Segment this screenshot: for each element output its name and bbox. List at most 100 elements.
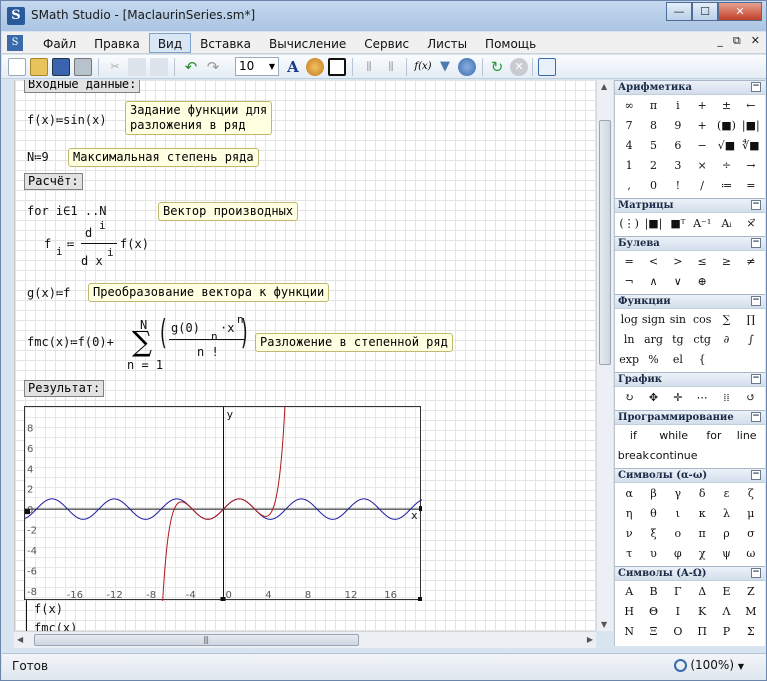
panel-button[interactable]: Σ (739, 622, 763, 642)
panel-button[interactable]: φ (666, 544, 690, 564)
panel-button[interactable]: ∫ (739, 330, 763, 350)
panel-group-header[interactable]: Символы (Α-Ω) − (615, 566, 765, 581)
collapse-icon[interactable]: − (751, 374, 761, 384)
font-size-select[interactable]: 10 ▼ (235, 57, 279, 76)
panel-button[interactable]: Γ (666, 582, 690, 602)
panel-button[interactable]: + (690, 96, 714, 116)
menu-item[interactable]: Вычисление (260, 33, 355, 53)
panel-button[interactable]: τ (617, 544, 641, 564)
minimize-button[interactable]: — (666, 2, 692, 21)
panel-button[interactable]: − (690, 136, 714, 156)
n-note[interactable]: Максимальная степень ряда (68, 148, 259, 167)
fi-lhs[interactable]: f (44, 237, 51, 251)
panel-button[interactable]: line (730, 426, 763, 446)
panel-button[interactable]: σ (739, 524, 763, 544)
panel-group-header[interactable]: Функции − (615, 294, 765, 309)
scroll-down-icon[interactable]: ▼ (601, 620, 607, 629)
document-icon[interactable]: S (7, 35, 23, 51)
border-icon[interactable] (328, 58, 346, 76)
panel-button[interactable]: if (617, 426, 650, 446)
panel-button[interactable]: γ (666, 484, 690, 504)
unit-icon[interactable] (458, 58, 476, 76)
worksheet[interactable]: Входные данные: f(x)≔sin(x) Задание функ… (14, 80, 596, 631)
panel-button[interactable]: 2 (641, 156, 665, 176)
panel-group-header[interactable]: Матрицы − (615, 198, 765, 213)
horizontal-scrollbar[interactable]: ◀ ||| ▶ (14, 631, 596, 648)
open-folder-icon[interactable] (30, 58, 48, 76)
palette-icon[interactable] (306, 58, 324, 76)
panel-button[interactable]: ctg (690, 330, 714, 350)
panel-button[interactable]: → (739, 156, 763, 176)
panel-button[interactable]: ⋯ (690, 388, 714, 408)
panel-button[interactable]: Λ (714, 602, 738, 622)
panel-button[interactable]: ∨ (666, 272, 690, 292)
panel-button[interactable]: 5 (641, 136, 665, 156)
panel-button[interactable]: exp (617, 350, 641, 370)
panel-button[interactable]: Α (617, 582, 641, 602)
stop-icon[interactable]: ✕ (510, 58, 528, 76)
filter-icon[interactable]: ▼ (436, 58, 454, 76)
panel-button[interactable]: ↻ (617, 388, 641, 408)
collapse-icon[interactable]: − (751, 200, 761, 210)
panel-button[interactable]: |■| (641, 214, 665, 234)
legend-fmc[interactable]: fmc(x) (34, 621, 77, 631)
panel-button[interactable]: ↺ (739, 388, 763, 408)
panel-button[interactable]: ← (739, 96, 763, 116)
panel-button[interactable]: ψ (714, 544, 738, 564)
chevron-down-icon[interactable]: ▼ (269, 58, 275, 75)
panel-button[interactable]: κ (690, 504, 714, 524)
panel-button[interactable]: δ (690, 484, 714, 504)
panel-button[interactable]: Μ (739, 602, 763, 622)
panel-button[interactable]: Χ (690, 642, 714, 646)
panel-button[interactable]: ρ (714, 524, 738, 544)
panel-button[interactable]: ν (617, 524, 641, 544)
panel-button[interactable]: β (641, 484, 665, 504)
panel-button[interactable]: λ (714, 504, 738, 524)
scroll-right-icon[interactable]: ▶ (587, 635, 593, 644)
panel-button[interactable]: α (617, 484, 641, 504)
panel-button[interactable]: = (617, 252, 641, 272)
panel-button[interactable]: 9 (666, 116, 690, 136)
panel-group-header[interactable]: График − (615, 372, 765, 387)
panel-button[interactable]: Δ (690, 582, 714, 602)
panel-button[interactable]: μ (739, 504, 763, 524)
panel-button[interactable]: 1 (617, 156, 641, 176)
panel-button[interactable]: ≔ (714, 176, 738, 196)
paste-icon[interactable] (150, 58, 168, 76)
panel-button[interactable]: ∏ (739, 310, 763, 330)
g-definition[interactable]: g(x)≔f (27, 286, 70, 300)
chevron-down-icon[interactable]: ▼ (738, 662, 744, 671)
panel-button[interactable]: 8 (641, 116, 665, 136)
print-icon[interactable] (74, 58, 92, 76)
panel-group-header[interactable]: Символы (α-ω) − (615, 468, 765, 483)
panel-button[interactable]: , (617, 176, 641, 196)
panel-button[interactable]: Ζ (739, 582, 763, 602)
panel-button[interactable]: Ω (739, 642, 763, 646)
panel-button[interactable]: ο (666, 524, 690, 544)
horizontal-scroll-thumb[interactable]: ||| (34, 634, 359, 646)
panel-button[interactable]: ⊕ (690, 272, 714, 292)
panel-button[interactable]: η (617, 504, 641, 524)
panel-button[interactable]: ✥ (641, 388, 665, 408)
panel-button[interactable]: × (690, 156, 714, 176)
panel-button[interactable]: sign (641, 310, 665, 330)
panel-button[interactable]: ι (666, 504, 690, 524)
panel-button[interactable]: cos (690, 310, 714, 330)
panel-button[interactable]: log (617, 310, 641, 330)
cut-icon[interactable]: ✂ (106, 58, 124, 76)
menu-item[interactable]: Вставка (191, 33, 260, 53)
panel-button[interactable]: + (690, 116, 714, 136)
doc-restore-button[interactable]: ⧉ (733, 34, 741, 48)
plot-region[interactable]: -16 -12 -8 -4 0 4 8 12 16 -8 -6 -4 -2 0 2 4 6 8 x y (24, 360, 424, 631)
panel-button[interactable]: Aᵢ (714, 214, 738, 234)
panel-button[interactable]: (■) (714, 116, 738, 136)
menu-item[interactable]: Файл (34, 33, 85, 53)
panel-button[interactable]: Ρ (714, 622, 738, 642)
panel-button[interactable]: Η (617, 602, 641, 622)
align-left-icon[interactable]: ⫼ (360, 58, 378, 76)
panel-button[interactable]: A⁻¹ (690, 214, 714, 234)
panel-button[interactable]: Ι (666, 602, 690, 622)
insert-function-icon[interactable]: f(x) (412, 58, 434, 76)
panel-button[interactable]: ln (617, 330, 641, 350)
panel-button[interactable]: Π (690, 622, 714, 642)
